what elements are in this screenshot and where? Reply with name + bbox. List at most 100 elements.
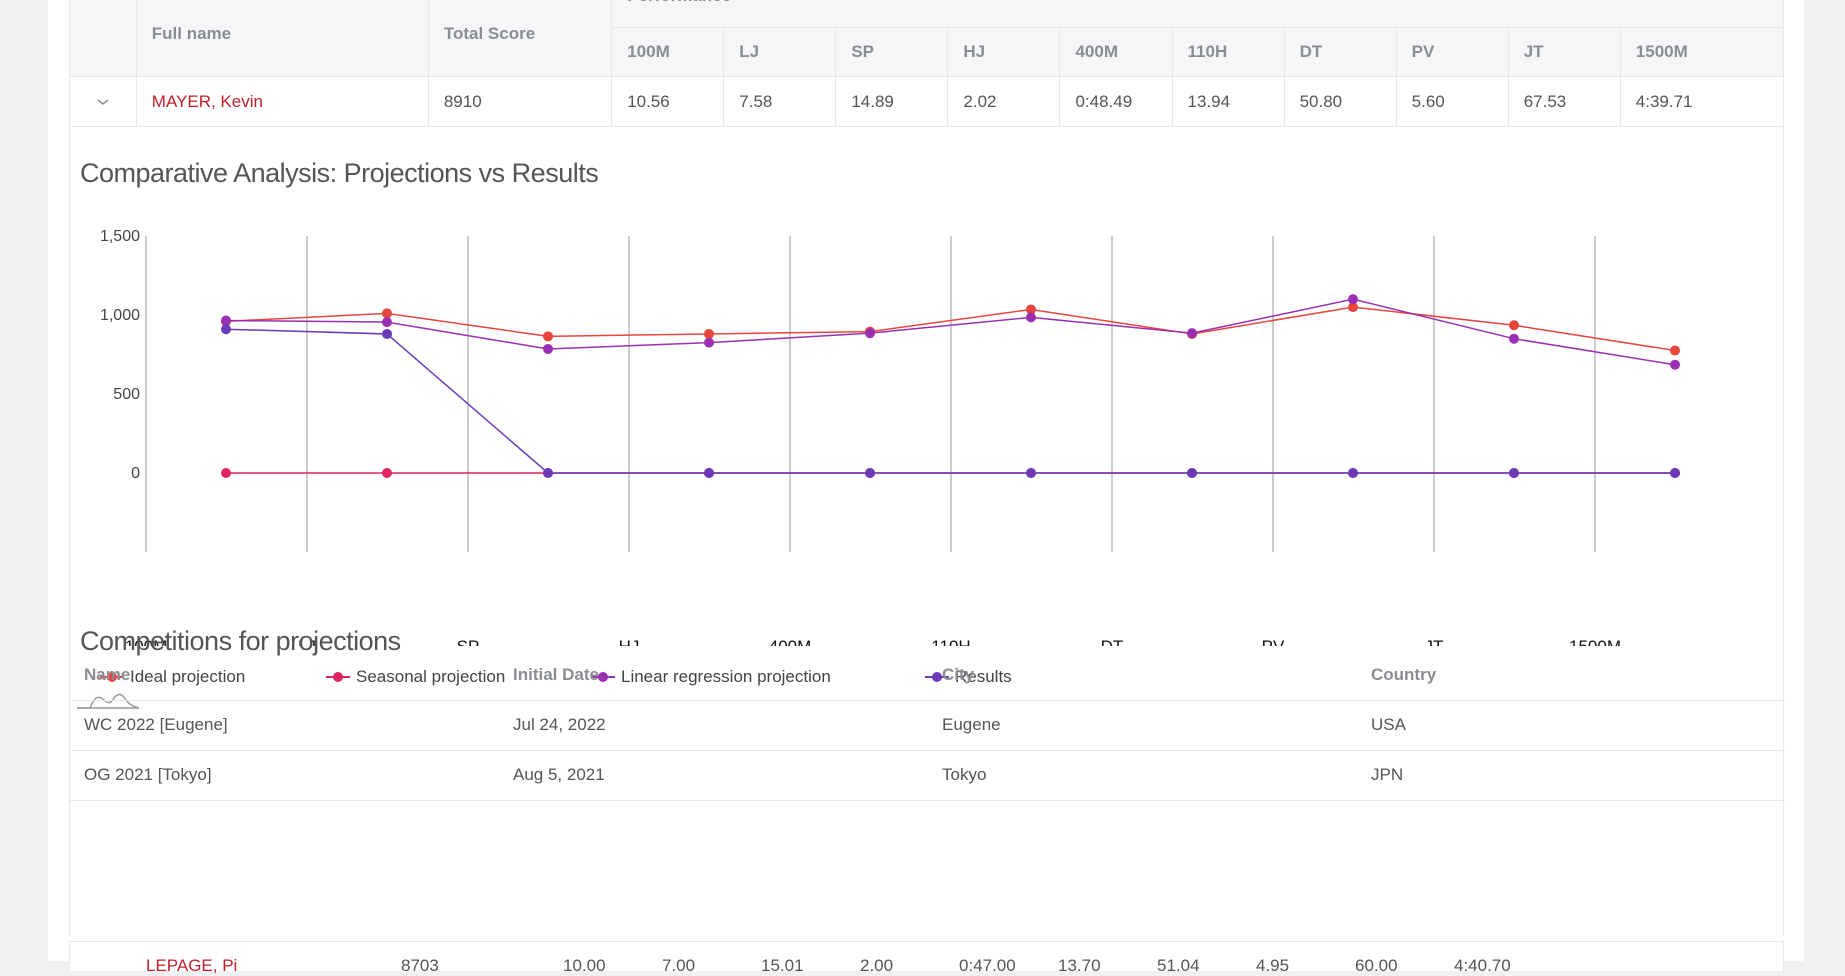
athletes-table: Full name Total Score Performance 100M L… (69, 0, 1785, 127)
result-cell: 2.00 (860, 956, 894, 975)
result-cell: 7.58 (723, 76, 837, 127)
data-point (1509, 333, 1519, 344)
result-cell: 7.00 (662, 956, 696, 975)
comp-date-cell: Jul 24, 2022 (499, 700, 928, 751)
result-cell: 4:39.71 (1619, 76, 1785, 127)
result-cell: 10.00 (563, 956, 606, 975)
data-point (1670, 468, 1680, 478)
x-tick-label: 400M (769, 637, 812, 646)
comp-country-cell: USA (1357, 700, 1785, 751)
result-cell: 60.00 (1355, 956, 1398, 975)
result-cell: 15.01 (761, 956, 804, 975)
total-score-header[interactable]: Total Score (427, 0, 613, 77)
x-tick-label: SP (457, 637, 480, 646)
comp-city-cell: Eugene (928, 700, 1357, 751)
comp-country-header[interactable]: Country (1357, 650, 1785, 701)
x-tick-label: JT (1425, 637, 1444, 646)
y-tick-label: 500 (113, 386, 140, 403)
chevron-down-icon (96, 92, 110, 111)
competitions-table: Name Initial Date City Country WC 2022 [… (70, 650, 1785, 801)
data-point (1509, 468, 1519, 478)
event-header-lj[interactable]: LJ (723, 27, 837, 77)
event-header-1500m[interactable]: 1500M (1619, 27, 1785, 77)
x-tick-label: HJ (619, 637, 640, 646)
event-header-sp[interactable]: SP (835, 27, 949, 77)
event-header-dt[interactable]: DT (1283, 27, 1397, 77)
result-cell: 13.70 (1058, 956, 1101, 975)
data-point (382, 328, 392, 339)
data-point (1348, 294, 1358, 305)
expand-toggle[interactable] (69, 76, 137, 127)
comp-date-cell: Aug 5, 2021 (499, 750, 928, 801)
comp-city-header[interactable]: City (928, 650, 1357, 701)
table-row[interactable]: OG 2021 [Tokyo] Aug 5, 2021 Tokyo JPN (70, 750, 1785, 801)
total-score-cell: 8703 (401, 956, 439, 975)
event-header-110h[interactable]: 110H (1171, 27, 1285, 77)
result-cell: 10.56 (611, 76, 725, 127)
next-athlete-row[interactable]: LEPAGE, Pi 8703 10.00 7.00 15.01 2.00 0:… (69, 941, 1784, 975)
comp-date-header[interactable]: Initial Date (499, 650, 928, 701)
total-score-cell: 8910 (427, 76, 613, 127)
performance-header: Performance (611, 0, 1784, 28)
data-point (221, 468, 231, 478)
result-cell: 4.95 (1256, 956, 1290, 975)
page-container: Full name Total Score Performance 100M L… (48, 0, 1804, 975)
athlete-name-link[interactable]: MAYER, Kevin (135, 76, 429, 127)
expand-column-header (69, 0, 137, 77)
event-header-400m[interactable]: 400M (1059, 27, 1173, 77)
table-row[interactable]: WC 2022 [Eugene] Jul 24, 2022 Eugene USA (70, 700, 1785, 751)
data-point (543, 331, 553, 342)
y-tick-label: 1,500 (100, 228, 140, 245)
y-tick-label: 1,000 (100, 307, 140, 324)
x-tick-label: 1500M (1569, 637, 1621, 646)
x-tick-label: PV (1262, 637, 1285, 646)
result-cell: 0:47.00 (959, 956, 1016, 975)
data-point (1026, 312, 1036, 323)
result-cell: 13.94 (1171, 76, 1285, 127)
data-point (865, 468, 875, 478)
data-point (1187, 328, 1197, 339)
data-point (1026, 468, 1036, 478)
data-point (704, 468, 714, 478)
event-header-pv[interactable]: PV (1395, 27, 1509, 77)
comp-name-cell: OG 2021 [Tokyo] (70, 750, 499, 801)
data-point (865, 328, 875, 339)
data-point (543, 468, 553, 478)
athlete-name-link[interactable]: LEPAGE, Pi (146, 956, 237, 976)
event-header-100m[interactable]: 100M (611, 27, 725, 77)
data-point (1670, 345, 1680, 356)
comp-name-header[interactable]: Name (70, 650, 499, 701)
result-cell: 5.60 (1395, 76, 1509, 127)
result-cell: 50.80 (1283, 76, 1397, 127)
comp-city-cell: Tokyo (928, 750, 1357, 801)
data-point (382, 308, 392, 319)
data-point (221, 315, 231, 326)
comp-name-cell: WC 2022 [Eugene] (70, 700, 499, 751)
data-point (1187, 468, 1197, 478)
x-tick-label: DT (1101, 637, 1124, 646)
data-point (1509, 320, 1519, 331)
data-point (704, 328, 714, 339)
result-cell: 14.89 (835, 76, 949, 127)
data-point (704, 337, 714, 348)
result-cell: 0:48.49 (1059, 76, 1173, 127)
y-tick-label: 0 (131, 465, 140, 482)
comp-country-cell: JPN (1357, 750, 1785, 801)
data-point (1670, 359, 1680, 370)
table-row[interactable]: MAYER, Kevin 8910 10.56 7.58 14.89 2.02 … (69, 76, 1785, 127)
full-name-header[interactable]: Full name (135, 0, 429, 77)
event-header-jt[interactable]: JT (1507, 27, 1621, 77)
projection-chart: 1,5001,0005000100MLJSPHJ400M110HDTPVJT15… (100, 228, 1680, 646)
data-point (1348, 468, 1358, 478)
athlete-detail-panel: Comparative Analysis: Projections vs Res… (69, 126, 1785, 936)
event-header-hj[interactable]: HJ (947, 27, 1061, 77)
result-cell: 2.02 (947, 76, 1061, 127)
x-tick-label: 110H (931, 637, 970, 646)
result-cell: 67.53 (1507, 76, 1621, 127)
result-cell: 51.04 (1157, 956, 1200, 975)
data-point (382, 317, 392, 328)
data-point (543, 343, 553, 354)
data-point (221, 324, 231, 335)
data-point (382, 468, 392, 478)
result-cell: 4:40.70 (1454, 956, 1511, 975)
